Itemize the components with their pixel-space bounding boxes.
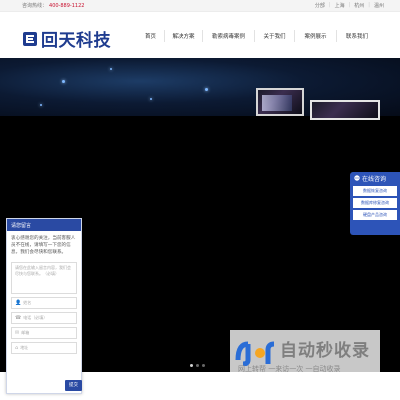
nav-item-home[interactable]: 首页 — [137, 30, 165, 42]
site-header: 回天科技 首页 解决方案 勒索病毒案例 关于我们 案例展示 联系我们 — [0, 12, 400, 58]
light-spark — [110, 68, 112, 70]
form-intro: 衷心感谢您的关注，当前客服人员不在线，请填写一下您的信息，我们会尽快和您联系。 — [11, 236, 76, 255]
light-spark — [40, 104, 42, 106]
watermark-logo-icon — [235, 341, 275, 366]
consult-data-recovery-button[interactable]: 数据恢复咨询 — [353, 186, 397, 196]
consult-header[interactable]: 在线咨询 — [350, 172, 400, 184]
nav-item-solutions[interactable]: 解决方案 — [165, 30, 203, 42]
nav-item-about[interactable]: 关于我们 — [255, 30, 295, 42]
address-placeholder: 地址 — [20, 345, 29, 350]
nav-item-ransomware-cases[interactable]: 勒索病毒案例 — [203, 30, 255, 42]
nav-item-cases[interactable]: 案例展示 — [295, 30, 337, 42]
watermark-overlay: 自动秒收录 网上转帮 一来访一次 一自动收录 — [230, 330, 380, 373]
branch-link-hq[interactable]: 分部 — [315, 2, 325, 9]
banner-photo — [310, 100, 380, 120]
branch-link-wenzhou[interactable]: 温州 — [374, 2, 384, 9]
watermark-title: 自动秒收录 — [280, 341, 370, 361]
email-field[interactable]: ✉ 邮箱 — [11, 327, 77, 339]
phone-placeholder: 电话（必填） — [23, 315, 48, 320]
hotline-label: 咨询热线： — [22, 3, 48, 9]
branch-link-hangzhou[interactable]: 杭州 — [354, 2, 364, 9]
name-placeholder: 姓名 — [23, 300, 32, 305]
site-logo[interactable]: 回天科技 — [22, 26, 111, 51]
top-info-bar: 咨询热线： 400-889-1122 分部 | 上海 | 杭州 | 温州 — [0, 0, 400, 12]
consult-title: 在线咨询 — [362, 175, 387, 183]
home-icon: ⌂ — [15, 345, 19, 351]
carousel-dots — [190, 364, 205, 367]
submit-button[interactable]: 提交 — [65, 380, 82, 391]
light-spark — [205, 88, 208, 91]
phone-field[interactable]: ☎ 电话（必填） — [11, 312, 77, 324]
carousel-dot[interactable] — [196, 364, 199, 367]
name-field[interactable]: 👤 姓名 — [11, 297, 77, 309]
message-textarea[interactable]: 请您在此输入留言内容，我们会尽快与您联系。（必填） — [11, 262, 77, 294]
main-nav: 首页 解决方案 勒索病毒案例 关于我们 案例展示 联系我们 — [137, 30, 377, 42]
banner-photo — [256, 88, 304, 116]
phone-icon: ☎ — [15, 315, 22, 321]
logo-mark-icon — [23, 31, 37, 46]
light-spark — [62, 80, 65, 83]
branch-links: 分部 | 上海 | 杭州 | 温州 — [314, 2, 384, 9]
hotline-number: 400-889-1122 — [49, 3, 85, 9]
consult-database-repair-button[interactable]: 数据库修复咨询 — [353, 198, 397, 208]
carousel-dot[interactable] — [190, 364, 193, 367]
light-spark — [150, 98, 152, 100]
logo-text: 回天科技 — [41, 31, 111, 51]
carousel-dot[interactable] — [202, 364, 205, 367]
address-field[interactable]: ⌂ 地址 — [11, 342, 77, 354]
email-placeholder: 邮箱 — [21, 330, 30, 335]
consult-hdd-product-button[interactable]: 硬盘产品咨询 — [353, 210, 397, 220]
email-icon: ✉ — [15, 330, 20, 336]
online-consult-widget: 在线咨询 数据恢复咨询 数据库修复咨询 硬盘产品咨询 — [350, 172, 400, 235]
message-form: 请您留言 衷心感谢您的关注，当前客服人员不在线，请填写一下您的信息，我们会尽快和… — [6, 218, 82, 394]
hotline: 咨询热线： 400-889-1122 — [22, 2, 84, 9]
form-title: 请您留言 — [7, 219, 81, 231]
user-icon: 👤 — [15, 300, 22, 306]
chat-bubble-icon — [354, 175, 360, 181]
nav-item-contact[interactable]: 联系我们 — [337, 30, 377, 42]
watermark-subtitle: 网上转帮 一来访一次 一自动收录 — [238, 365, 341, 373]
branch-link-shanghai[interactable]: 上海 — [335, 2, 345, 9]
